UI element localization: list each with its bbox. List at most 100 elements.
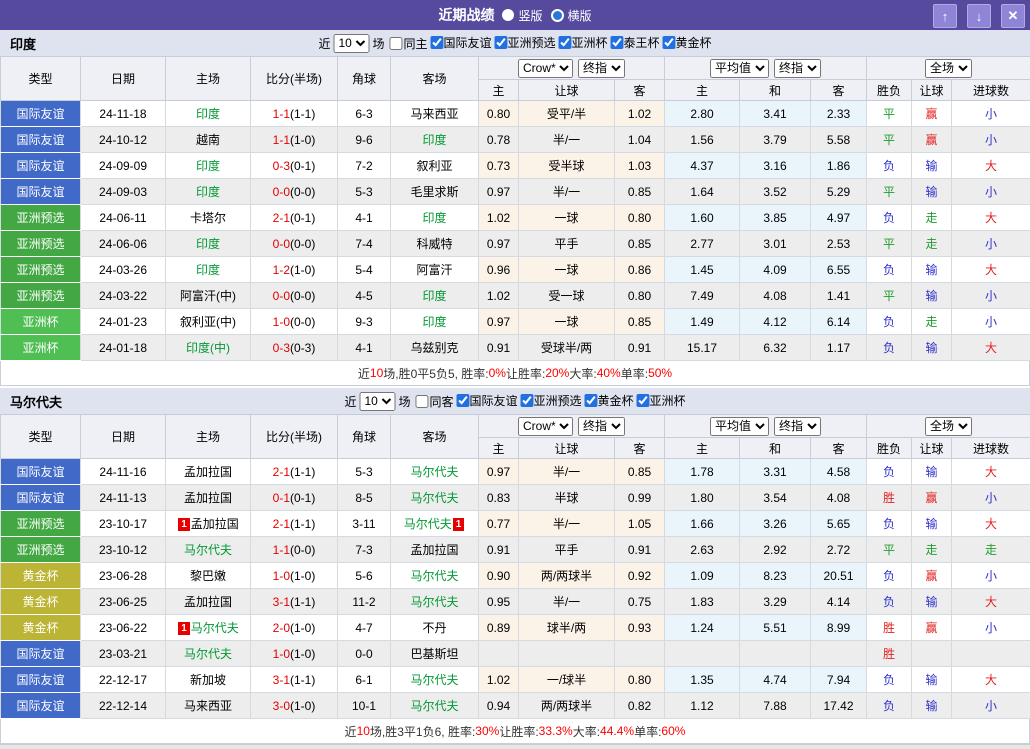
fulltime-score: 1-1 bbox=[273, 107, 290, 121]
odds-cell: 一/球半 bbox=[519, 667, 615, 693]
result-cell: 负 bbox=[867, 563, 912, 589]
score: 0-1(0-1) bbox=[251, 485, 338, 511]
odds-cell: 半/一 bbox=[519, 127, 615, 153]
odds-cell: 1.80 bbox=[665, 485, 740, 511]
odds-source-select[interactable]: 终指 bbox=[578, 59, 625, 78]
home-team-name: 阿富汗(中) bbox=[180, 289, 236, 303]
odds-cell: 8.99 bbox=[811, 615, 867, 641]
odds-source-select[interactable]: Crow* bbox=[518, 417, 573, 436]
result-cell: 平 bbox=[867, 537, 912, 563]
odds-cell: 4.12 bbox=[740, 309, 811, 335]
odds-cell: 8.23 bbox=[740, 563, 811, 589]
result-cell: 赢 bbox=[912, 563, 952, 589]
corner-score: 8-5 bbox=[338, 485, 391, 511]
odds-cell: 半/一 bbox=[519, 589, 615, 615]
result-cell: 小 bbox=[952, 179, 1030, 205]
odds-source-select[interactable]: 平均值 bbox=[710, 417, 769, 436]
cup-checkbox[interactable] bbox=[585, 394, 598, 407]
cup-checkbox[interactable] bbox=[663, 36, 676, 49]
result-cell: 走 bbox=[912, 231, 952, 257]
type-badge: 国际友谊 bbox=[1, 153, 81, 179]
result-cell: 平 bbox=[867, 127, 912, 153]
games-label: 场 bbox=[398, 393, 410, 410]
odds-cell: 4.08 bbox=[740, 283, 811, 309]
cup-checkbox[interactable] bbox=[430, 36, 443, 49]
cup-checkbox[interactable] bbox=[559, 36, 572, 49]
sub-column-header: 主 bbox=[665, 80, 740, 101]
odds-cell: 1.83 bbox=[665, 589, 740, 615]
score: 1-1(0-0) bbox=[251, 537, 338, 563]
fulltime-score: 1-0 bbox=[273, 647, 290, 661]
odds-source-select[interactable]: 平均值 bbox=[710, 59, 769, 78]
match-date: 24-01-23 bbox=[81, 309, 166, 335]
odds-source-select[interactable]: 终指 bbox=[774, 59, 821, 78]
halftime-score: (1-0) bbox=[290, 647, 315, 661]
fulltime-score: 1-1 bbox=[273, 133, 290, 147]
result-cell: 负 bbox=[867, 205, 912, 231]
type-badge: 国际友谊 bbox=[1, 667, 81, 693]
result-cell: 输 bbox=[912, 511, 952, 537]
away-team-name: 科威特 bbox=[416, 237, 452, 251]
halftime-score: (0-0) bbox=[290, 543, 315, 557]
cup-checkbox[interactable] bbox=[637, 394, 650, 407]
result-cell: 大 bbox=[952, 153, 1030, 179]
match-count-select[interactable]: 10 bbox=[333, 34, 369, 53]
match-row: 亚洲杯24-01-23叙利亚(中)1-0(0-0)9-3印度0.97一球0.85… bbox=[1, 309, 1030, 335]
column-header: 日期 bbox=[81, 415, 166, 459]
radio-horizontal[interactable]: 横版 bbox=[551, 7, 592, 24]
same-venue-checkbox[interactable] bbox=[389, 37, 402, 50]
near-label: 近 bbox=[344, 393, 356, 410]
odds-source-select[interactable]: 全场 bbox=[925, 417, 972, 436]
odds-cell: 6.14 bbox=[811, 309, 867, 335]
result-cell: 赢 bbox=[912, 101, 952, 127]
column-header: 比分(半场) bbox=[251, 415, 338, 459]
away-team: 乌兹别克 bbox=[391, 335, 479, 361]
odds-source-select[interactable]: 终指 bbox=[774, 417, 821, 436]
radio-vertical[interactable]: 竖版 bbox=[502, 7, 542, 24]
odds-cell: 0.80 bbox=[615, 205, 665, 231]
halftime-score: (0-0) bbox=[290, 185, 315, 199]
cup-filter: 国际友谊 bbox=[453, 392, 517, 409]
odds-cell: 5.51 bbox=[740, 615, 811, 641]
odds-source-select[interactable]: 终指 bbox=[578, 417, 625, 436]
fulltime-score: 3-1 bbox=[273, 673, 290, 687]
result-cell: 大 bbox=[952, 335, 1030, 361]
result-cell: 小 bbox=[952, 563, 1030, 589]
move-down-button[interactable]: ↓ bbox=[967, 4, 991, 28]
fulltime-score: 0-0 bbox=[273, 185, 290, 199]
odds-cell: 半球 bbox=[519, 485, 615, 511]
cup-label: 亚洲杯 bbox=[572, 34, 608, 51]
odds-source-select[interactable]: 全场 bbox=[925, 59, 972, 78]
move-up-button[interactable]: ↑ bbox=[933, 4, 957, 28]
summary-segment: 让胜率: bbox=[499, 723, 538, 740]
sub-column-header: 胜负 bbox=[867, 438, 912, 459]
odds-cell: 0.85 bbox=[615, 309, 665, 335]
odds-cell: 1.86 bbox=[811, 153, 867, 179]
odds-cell: 0.77 bbox=[479, 511, 519, 537]
result-cell: 走 bbox=[952, 537, 1030, 563]
matches-table: 类型日期主场比分(半场)角球客场Crow*终指平均值终指全场主让球客主和客胜负让… bbox=[0, 414, 1030, 719]
cup-checkbox[interactable] bbox=[456, 394, 469, 407]
odds-source-select[interactable]: Crow* bbox=[518, 59, 573, 78]
halftime-score: (0-1) bbox=[290, 491, 315, 505]
away-team: 科威特 bbox=[391, 231, 479, 257]
cup-filter: 国际友谊 bbox=[427, 34, 491, 51]
odds-cell: 受球半/两 bbox=[519, 335, 615, 361]
close-button[interactable]: ✕ bbox=[1001, 4, 1025, 28]
away-team: 马尔代夫1 bbox=[391, 511, 479, 537]
odds-cell: 1.60 bbox=[665, 205, 740, 231]
same-venue-checkbox[interactable] bbox=[415, 395, 428, 408]
odds-group-header: 全场 bbox=[867, 415, 1030, 438]
cup-checkbox[interactable] bbox=[611, 36, 624, 49]
type-badge: 国际友谊 bbox=[1, 101, 81, 127]
type-badge: 黄金杯 bbox=[1, 615, 81, 641]
match-count-select[interactable]: 10 bbox=[359, 392, 395, 411]
halftime-score: (1-1) bbox=[290, 517, 315, 531]
match-date: 23-06-25 bbox=[81, 589, 166, 615]
window-buttons: ↑ ↓ ✕ bbox=[933, 4, 1025, 28]
away-team-name: 乌兹别克 bbox=[410, 341, 458, 355]
cup-checkbox[interactable] bbox=[495, 36, 508, 49]
result-cell: 负 bbox=[867, 335, 912, 361]
cup-checkbox[interactable] bbox=[521, 394, 534, 407]
odds-cell: 2.77 bbox=[665, 231, 740, 257]
